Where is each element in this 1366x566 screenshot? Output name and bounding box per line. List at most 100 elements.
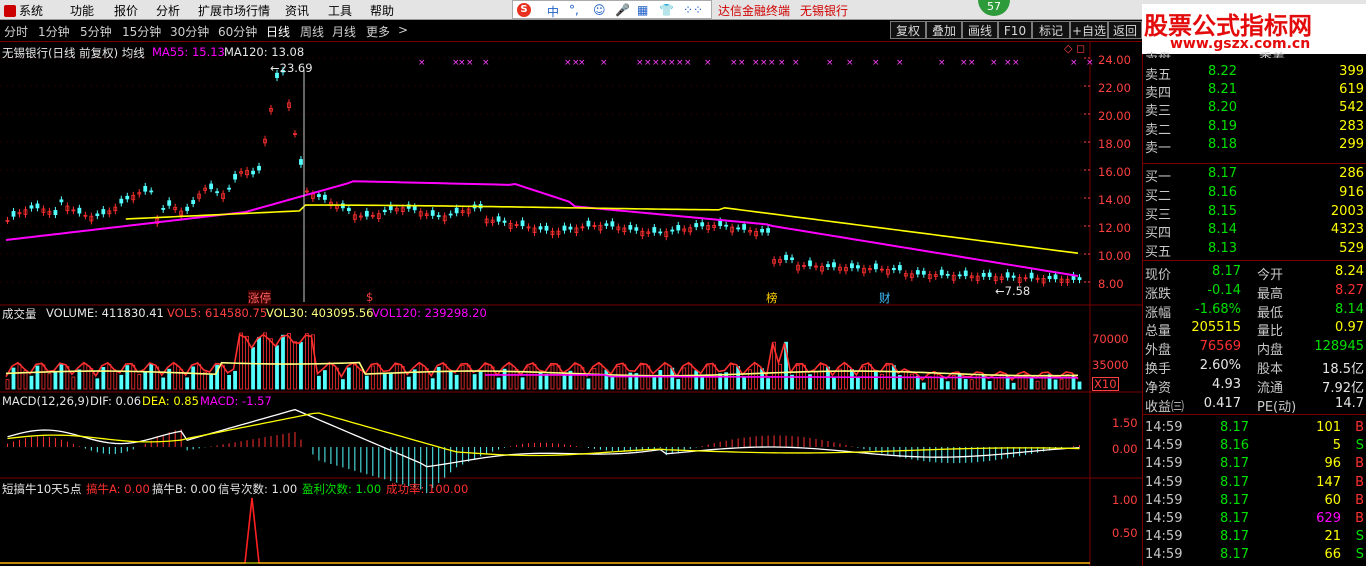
limit-up-mark[interactable]: 涨停 (248, 290, 271, 306)
info-mine-marker: × (872, 58, 880, 68)
vol30-value: VOL30: 403095.56 (266, 306, 374, 320)
stat-value: 205515 (1191, 320, 1241, 336)
stat-label: 股本 (1257, 362, 1284, 377)
volume-bar (430, 378, 435, 390)
high-price-label: ←23.69 (270, 61, 313, 75)
candle-body (251, 170, 255, 175)
volume-bar (5, 379, 10, 390)
volume-bar (676, 379, 681, 390)
volume-value: VOLUME: 411830.41 (46, 306, 164, 320)
info-mine-marker: × (600, 58, 608, 68)
bid-volume: 529 (1339, 241, 1364, 257)
volume-bar (466, 364, 471, 390)
volume-bar (245, 335, 249, 390)
candle-body (215, 191, 220, 194)
candle-body (436, 215, 441, 217)
volume-bar (748, 369, 753, 390)
tick-side: B (1355, 511, 1364, 526)
candle-body (628, 225, 633, 230)
ranking-mark[interactable]: 榜 (766, 290, 778, 306)
volume-bar (838, 368, 842, 390)
volume-bar (832, 377, 836, 390)
info-mine-marker: × (636, 58, 644, 68)
volume-bar (903, 370, 908, 390)
candle-body (736, 227, 741, 230)
volume-bar (574, 363, 579, 390)
ask-price: 8.18 (1208, 136, 1237, 152)
bid-volume: 4323 (1330, 222, 1364, 238)
tick-volume: 147 (1316, 474, 1341, 490)
candle-body (496, 216, 501, 222)
finance-mark[interactable]: 财 (879, 290, 891, 306)
bid-row: 买二 8.16 916 (1143, 185, 1366, 204)
candle-body (957, 274, 962, 277)
volume-bar (460, 365, 465, 390)
candle-body (634, 227, 639, 231)
ask-volume: 283 (1339, 118, 1364, 134)
expand-icon[interactable]: ◇ ◻ (1064, 42, 1085, 55)
volume-bar (814, 371, 818, 390)
info-mine-marker: × (482, 58, 490, 68)
candle-body (149, 190, 154, 193)
tick-volume: 101 (1316, 420, 1341, 435)
candle-body (544, 225, 549, 231)
info-mine-marker: × (778, 58, 786, 68)
tick-volume: 21 (1324, 529, 1341, 545)
quote-separator-2 (1143, 260, 1366, 261)
info-mine-marker: × (1012, 58, 1020, 68)
bid-row: 买四 8.14 4323 (1143, 222, 1366, 241)
candle-body (742, 224, 747, 230)
volume-bar (287, 333, 291, 390)
quote-separator-3 (1143, 414, 1366, 415)
info-mine-marker: × (760, 58, 768, 68)
tick-row: 14:59 8.17 96 B (1143, 456, 1366, 474)
stat-value: 0.417 (1203, 395, 1241, 411)
candle-body (850, 263, 854, 269)
candle-body (987, 272, 992, 277)
candle-body (323, 194, 327, 200)
volume-bar (1029, 377, 1034, 390)
price-tick: 8.00 (1098, 277, 1124, 291)
info-mine-marker: × (458, 58, 466, 68)
info-mine-marker: × (730, 58, 738, 68)
candle-body (191, 200, 196, 205)
info-mine-marker: × (960, 58, 968, 68)
bid-volume: 286 (1339, 166, 1364, 181)
volume-bar (173, 363, 178, 390)
volume-bar (83, 363, 88, 390)
ma120-value: MA120: 13.08 (224, 45, 305, 59)
quote-panel: 卖盘委差 卖五8.22399卖四8.21619卖三8.20542卖二8.1928… (1142, 52, 1366, 566)
volume-bar (137, 374, 142, 390)
volume-bars (5, 332, 1082, 390)
stat-row: 总量 205515 量比 0.97 (1143, 320, 1366, 340)
price-tick: 10.00 (1098, 249, 1131, 263)
stat-value: 8.27 (1335, 282, 1364, 298)
ask-label: 卖三 (1145, 104, 1172, 120)
stat-label: 外盘 (1145, 343, 1172, 359)
volume-bar (957, 374, 962, 390)
volume-title: 成交量 (2, 307, 37, 321)
dollar-mark[interactable]: $ (366, 290, 373, 304)
info-mine-marker: × (752, 58, 760, 68)
volume-bar (963, 379, 968, 390)
volume-bar (239, 332, 243, 390)
stat-row: 外盘 76569 内盘 128945 (1143, 339, 1366, 359)
ask-price: 8.20 (1208, 100, 1237, 116)
volume-bar (550, 364, 555, 390)
tick-volume: 60 (1324, 492, 1341, 508)
volume-bar (586, 378, 591, 390)
info-mine-marker: × (768, 58, 776, 68)
candle-body (209, 183, 214, 190)
ask-row: 卖五 8.22 399 (1143, 64, 1366, 83)
volume-bar (652, 375, 657, 390)
bid-price: 8.17 (1208, 166, 1237, 181)
candle-body (1047, 275, 1052, 280)
volume-bar (496, 377, 501, 390)
bid-volume: 2003 (1330, 203, 1364, 219)
volume-bar (850, 369, 854, 390)
stat-label: 总量 (1145, 324, 1172, 340)
tick-price: 8.17 (1220, 474, 1249, 490)
quote-top-clipped-row: 卖盘委差 (1143, 48, 1366, 58)
candle-body (364, 210, 369, 217)
stat-row: 收益㈢ 0.417 PE(动) 14.7 (1143, 395, 1366, 415)
